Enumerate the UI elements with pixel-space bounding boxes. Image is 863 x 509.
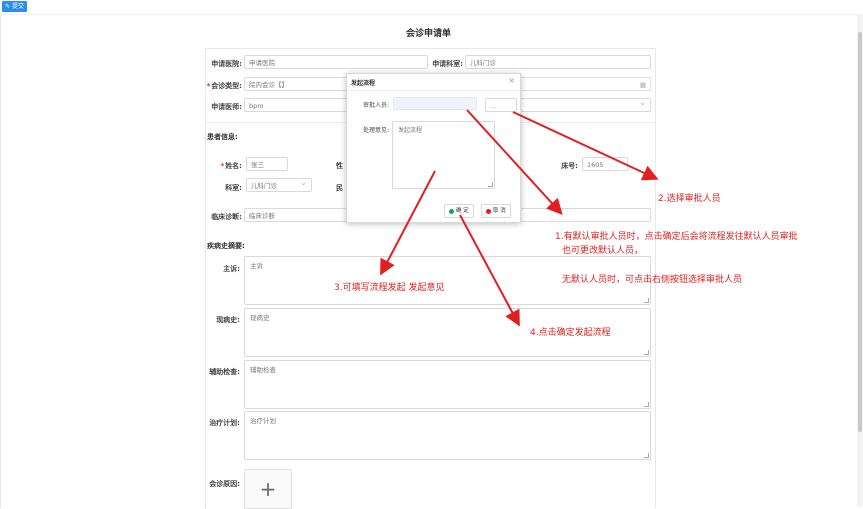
annotation-2: 2.选择审批人员 bbox=[658, 194, 721, 204]
apply-doctor-label: 申请医师: bbox=[211, 103, 242, 111]
check-icon bbox=[449, 208, 454, 214]
cancel-button[interactable]: 取 消 bbox=[481, 204, 511, 218]
present-history-label: 现病史: bbox=[216, 316, 240, 324]
annotation-3: 3.可填写流程发起 发起意见 bbox=[334, 283, 445, 293]
upload-button[interactable]: + bbox=[244, 469, 292, 509]
calendar-icon: ▦ bbox=[639, 81, 646, 89]
confirm-button[interactable]: 确 定 bbox=[444, 204, 474, 218]
annotation-1-line3: 无默认人员时，可点击右侧按钮选择审批人员 bbox=[562, 275, 743, 285]
apply-dept-label: 申请科室: bbox=[432, 60, 463, 68]
plus-icon: + bbox=[259, 477, 277, 501]
approver-input[interactable] bbox=[393, 97, 477, 110]
apply-doctor-input[interactable]: bpm bbox=[244, 98, 348, 112]
page-title: 会诊申请单 bbox=[405, 29, 451, 39]
dialog-title: 发起流程 bbox=[351, 80, 376, 87]
patient-section-title: 患者信息: bbox=[207, 133, 238, 141]
dept-select[interactable]: 儿科门诊 bbox=[246, 176, 312, 192]
apply-hospital-label: 申请医院: bbox=[211, 60, 242, 68]
approver-label: 审批人员: bbox=[362, 102, 389, 109]
start-flow-dialog: 发起流程 × 审批人员: 处理意见: 发起流程 确 定 取 消 bbox=[346, 73, 521, 223]
select-approver-button[interactable]: ... bbox=[485, 98, 517, 112]
submit-button[interactable]: ✎ 提交 bbox=[2, 1, 28, 12]
cancel-icon bbox=[486, 208, 491, 214]
name-label: *姓名: bbox=[220, 162, 242, 170]
annotation-4: 4.点击确定发起流程 bbox=[530, 328, 611, 338]
annotation-1-line1: 1.有默认审批人员时，点击确定后会将流程发往默认人员审批 bbox=[555, 232, 798, 242]
opinion-textarea[interactable]: 发起流程 bbox=[392, 121, 495, 189]
treatment-textarea[interactable]: 治疗计划 bbox=[244, 411, 651, 460]
apply-hospital-input[interactable]: 申请医院 bbox=[244, 55, 428, 69]
edit-icon: ✎ bbox=[5, 3, 11, 10]
bed-label: 床号: bbox=[561, 162, 578, 170]
scrollbar[interactable] bbox=[857, 14, 863, 507]
annotation-1-line2: 也可更改默认人员， bbox=[562, 246, 644, 256]
scrollbar-thumb[interactable] bbox=[858, 32, 862, 432]
name-input[interactable]: 张三 bbox=[246, 157, 288, 171]
dept-label: 科室: bbox=[225, 184, 242, 192]
diagnosis-input-right[interactable] bbox=[519, 208, 651, 222]
dialog-header: 发起流程 × bbox=[347, 74, 520, 91]
complaint-label: 主诉: bbox=[223, 265, 240, 273]
aux-check-label: 辅助检查: bbox=[209, 368, 240, 376]
apply-dept-input[interactable]: 儿科门诊 bbox=[465, 55, 651, 69]
history-section-title: 疾病史摘要: bbox=[207, 242, 245, 250]
diagnosis-label: 临床诊断: bbox=[211, 213, 242, 221]
opinion-label: 处理意见: bbox=[362, 127, 389, 134]
close-icon[interactable]: × bbox=[508, 76, 515, 85]
reason-label: 会诊原因: bbox=[209, 480, 240, 488]
diagnosis-input[interactable]: 临床诊断 bbox=[244, 208, 347, 222]
aux-check-textarea[interactable]: 辅助检查 bbox=[244, 360, 651, 409]
consult-type-label: *会诊类型: bbox=[206, 82, 242, 90]
consult-type-input[interactable]: 院内会诊【】 bbox=[244, 77, 348, 91]
treatment-label: 治疗计划: bbox=[209, 419, 240, 427]
bed-input[interactable]: 1605 bbox=[582, 157, 628, 171]
